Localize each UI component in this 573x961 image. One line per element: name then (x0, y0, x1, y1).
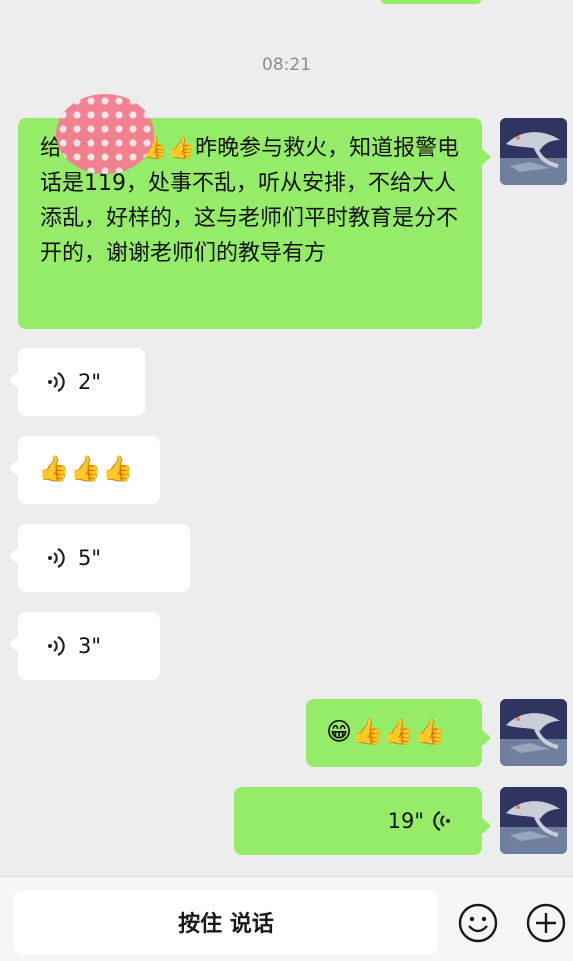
own-message-bubble[interactable]: 😁👍👍👍 (306, 699, 491, 767)
message-bubble[interactable]: 给 点赞👍👍👍昨晚参与救火，知道报警电话是119，处事不乱，听从安排，不给大人添… (18, 94, 491, 329)
voice-message-bubble[interactable]: 3" (9, 612, 160, 680)
avatar[interactable] (500, 118, 567, 185)
hold-to-talk-button[interactable]: 按住 说话 (14, 890, 438, 954)
voice-message-bubble[interactable]: 2" (9, 348, 145, 416)
message-text: 😁👍👍👍 (326, 717, 446, 746)
avatar[interactable] (500, 699, 567, 766)
hold-to-talk-label: 按住 说话 (178, 912, 274, 937)
voice-wave-icon (433, 811, 450, 831)
dolphin-avatar-image (500, 699, 567, 766)
avatar[interactable] (500, 787, 567, 854)
voice-duration: 2" (78, 369, 102, 394)
previous-message-bubble-edge (380, 0, 482, 4)
voice-wave-icon (48, 372, 65, 392)
privacy-blur-sticker (56, 94, 154, 174)
voice-message-bubble[interactable]: 5" (9, 524, 190, 592)
message-timestamp: 08:21 (262, 55, 311, 75)
voice-duration: 5" (78, 545, 102, 570)
voice-wave-icon (48, 636, 65, 656)
input-bar: 按住 说话 (0, 876, 573, 961)
voice-duration: 3" (78, 633, 102, 658)
plus-icon[interactable] (526, 903, 566, 943)
dolphin-avatar-image (500, 787, 567, 854)
message-bubble[interactable]: 👍👍👍 (9, 436, 160, 504)
emoji-face-icon[interactable] (458, 903, 498, 943)
dolphin-avatar-image (500, 118, 567, 185)
message-text: 👍👍👍 (38, 454, 135, 483)
voice-wave-icon (48, 548, 65, 568)
own-voice-message-bubble[interactable]: 19" (234, 787, 491, 855)
voice-duration: 19" (387, 808, 424, 833)
